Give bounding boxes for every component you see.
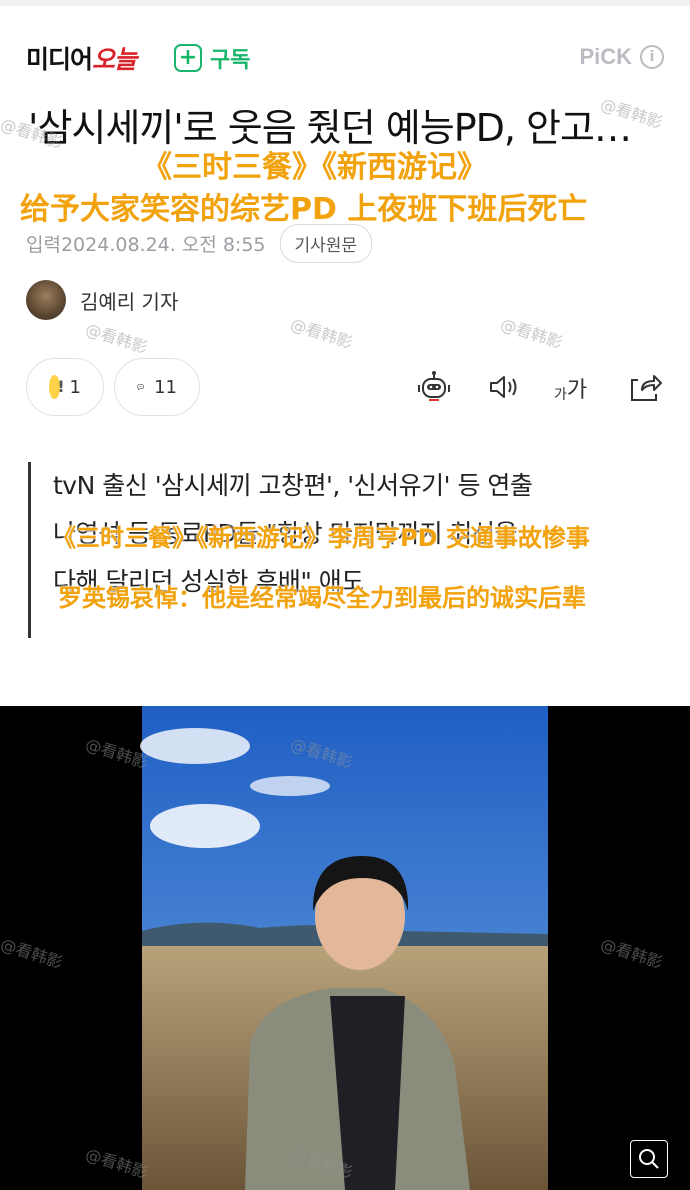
overlay-caption-2: 给予大家笑容的综艺PD 上夜班下班后死亡	[20, 192, 588, 227]
watermark: @看韩影	[83, 319, 150, 358]
share-icon[interactable]	[628, 370, 664, 404]
overlay-caption-4: 罗英锡哀悼：他是经常竭尽全力到最后的诚实后辈	[58, 584, 586, 612]
pick-badge[interactable]: PiCK i	[579, 44, 664, 70]
author-name: 김예리 기자	[80, 289, 179, 314]
logo-prefix: 미디어	[26, 45, 93, 74]
pick-label: PiCK	[579, 44, 632, 69]
info-icon[interactable]: i	[640, 45, 664, 69]
font-size-large-label: 가	[566, 378, 588, 403]
speaker-icon[interactable]	[486, 370, 522, 404]
date-value: 2024.08.24. 오전 8:55	[60, 234, 266, 256]
exclamation-reaction-icon	[49, 375, 72, 399]
font-size-button[interactable]: 가가	[554, 370, 594, 404]
overlay-caption-1: 《三时三餐》《新西游记》	[142, 150, 487, 185]
subscribe-label: 구독	[210, 48, 251, 73]
plus-icon: +	[174, 44, 202, 72]
logo-script: 오늘	[92, 45, 137, 74]
date-label: 입력	[26, 234, 61, 256]
article-photo[interactable]	[0, 706, 690, 1190]
watermark: @看韩影	[288, 314, 355, 353]
top-divider	[0, 0, 690, 6]
reaction-button[interactable]: 1	[26, 358, 104, 416]
author-row[interactable]: 김예리 기자	[26, 280, 178, 320]
robot-summary-icon[interactable]	[416, 370, 452, 404]
font-size-small-label: 가	[554, 387, 567, 403]
comment-count: 11	[154, 376, 177, 398]
avatar	[26, 280, 66, 320]
zoom-search-icon[interactable]	[630, 1140, 668, 1178]
media-logo[interactable]: 미디어오늘	[26, 40, 137, 76]
article-meta: 입력2024.08.24. 오전 8:55 기사원문	[26, 224, 373, 263]
comment-button[interactable]: 11	[114, 358, 200, 416]
watermark: @看韩影	[498, 314, 565, 353]
action-bar: 1 11 가가	[26, 358, 666, 418]
comment-icon	[137, 383, 144, 391]
original-source-button[interactable]: 기사원문	[279, 224, 373, 263]
date-info: 입력2024.08.24. 오전 8:55	[26, 230, 266, 257]
photo-image	[0, 706, 690, 1190]
media-header: 미디어오늘 + 구독 PiCK i	[0, 30, 690, 90]
summary-line-1: tvN 출신 '삼시세끼 고창편', '신서유기' 등 연출	[53, 471, 533, 500]
subscribe-button[interactable]: + 구독	[174, 42, 250, 74]
overlay-caption-3: 《三时三餐》《新西游记》李周亨PD 交通事故惨事	[52, 524, 590, 552]
